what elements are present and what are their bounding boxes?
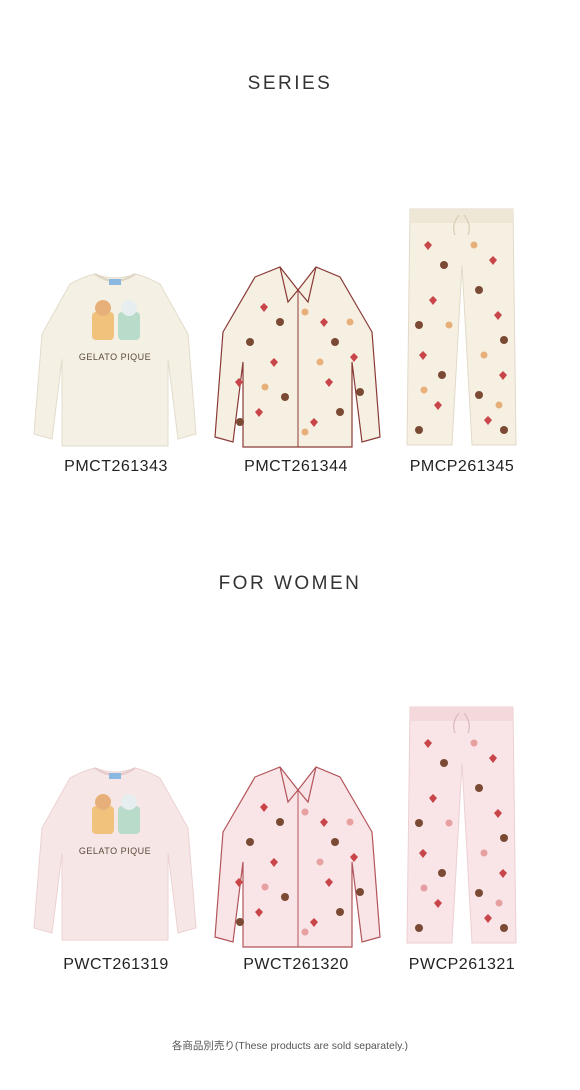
- product-image-tshirt-men[interactable]: GELATO PIQUE: [30, 264, 200, 454]
- product-code[interactable]: PWCP261321: [372, 956, 552, 974]
- sold-separately-note: 各商品別売り(These products are sold separatel…: [171, 1040, 409, 1052]
- product-image-pants-men[interactable]: [404, 205, 519, 450]
- section-title-series: SERIES: [247, 73, 333, 94]
- product-code[interactable]: PWCT261320: [206, 956, 386, 974]
- section-title-for-women: FOR WOMEN: [218, 573, 362, 594]
- product-code[interactable]: PMCT261343: [26, 458, 206, 476]
- product-image-pants-women[interactable]: [404, 703, 519, 948]
- print-text: GELATO PIQUE: [79, 846, 151, 856]
- product-image-shirt-men[interactable]: [210, 262, 385, 452]
- product-image-tshirt-women[interactable]: GELATO PIQUE: [30, 758, 200, 948]
- product-code[interactable]: PMCP261345: [372, 458, 552, 476]
- product-code[interactable]: PMCT261344: [206, 458, 386, 476]
- product-code[interactable]: PWCT261319: [26, 956, 206, 974]
- print-text: GELATO PIQUE: [79, 352, 151, 362]
- product-image-shirt-women[interactable]: [210, 762, 385, 952]
